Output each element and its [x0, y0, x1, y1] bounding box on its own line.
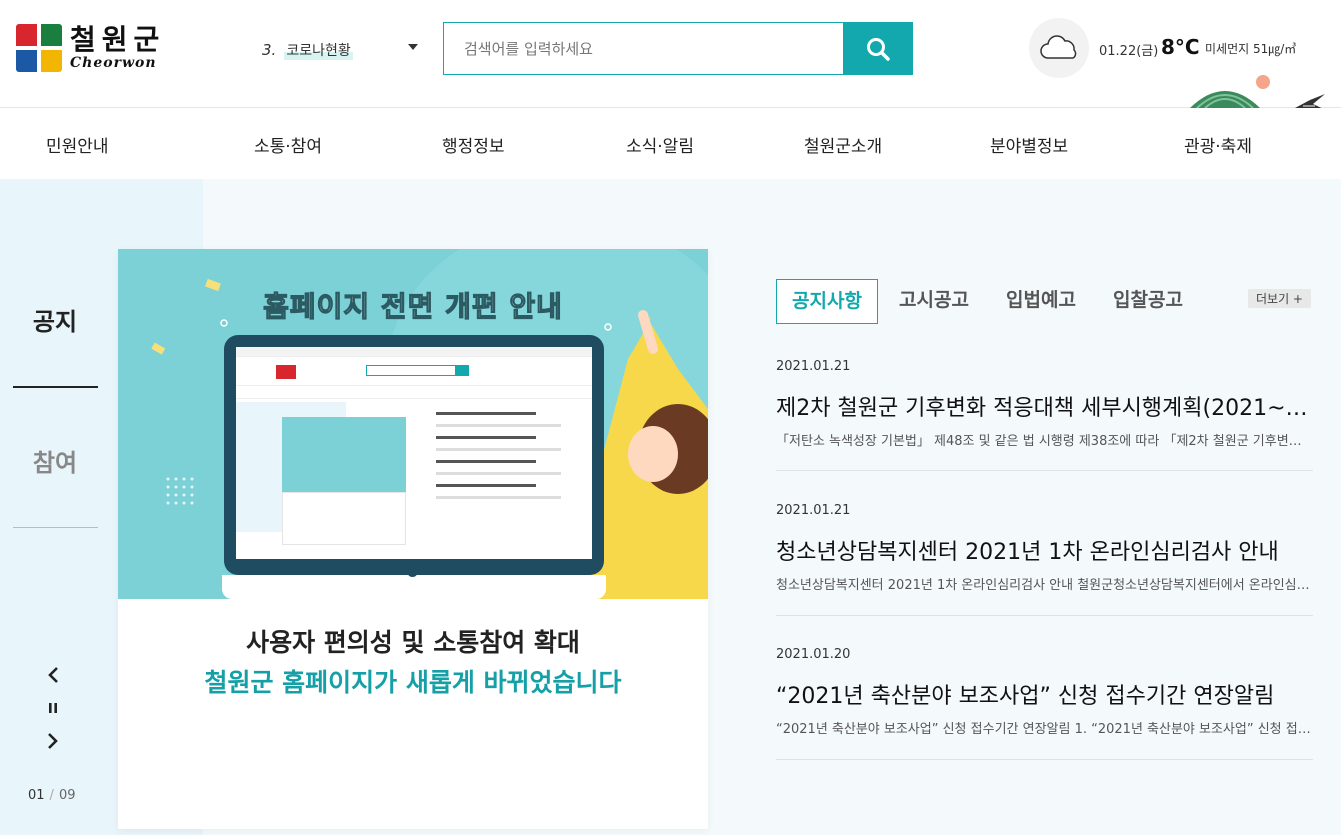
main-content: 공지 참여 01 / 09 홈페이지 전면 개편 안내 사용자 편의성 및 소통참여…: [0, 179, 1341, 835]
notice-item[interactable]: 2021.01.21 제2차 철원군 기후변화 적응대책 세부시행계획(2021…: [776, 359, 1313, 471]
tab-bids[interactable]: 입찰공고: [1113, 279, 1183, 324]
nav-admin-info[interactable]: 행정정보: [442, 132, 505, 157]
chevron-right-icon: [48, 733, 58, 749]
more-button[interactable]: 더보기 +: [1248, 289, 1311, 308]
weather-date: 01.22(금): [1099, 44, 1159, 59]
header: 철원군 Cheorwon 3. 코로나현황 01.22(금) 8°C 미세먼지 …: [0, 0, 1341, 112]
slide-indicator-dot: [407, 566, 418, 577]
monitor-stand: [222, 575, 606, 599]
divider: [13, 527, 98, 528]
banner-caption-highlight: 철원군 홈페이지가 새롭게 바뀌었습니다: [204, 668, 622, 697]
trend-keyword: 코로나현황: [284, 40, 353, 60]
pause-slide-button[interactable]: [40, 696, 66, 720]
notice-title: “2021년 축산분야 보조사업” 신청 접수기간 연장알림: [776, 684, 1275, 709]
tab-participate[interactable]: 참여: [0, 443, 110, 478]
chevron-down-icon: [408, 44, 418, 50]
prev-slide-button[interactable]: [40, 663, 66, 687]
monitor-illustration: [224, 335, 604, 575]
notice-item[interactable]: 2021.01.21 청소년상담복지센터 2021년 1차 온라인심리검사 안내…: [776, 503, 1313, 616]
notice-description: 청소년상담복지센터 2021년 1차 온라인심리검사 안내 철원군청소년상담복지…: [776, 578, 1313, 593]
pause-icon: [49, 703, 57, 713]
tab-legislation[interactable]: 입법예고: [1006, 279, 1076, 324]
next-slide-button[interactable]: [40, 729, 66, 753]
weather-temperature: 8°C: [1161, 35, 1200, 59]
banner-image: 홈페이지 전면 개편 안내: [118, 249, 708, 599]
tab-announcements[interactable]: 고시공고: [899, 279, 969, 324]
active-tab-underline: [13, 386, 98, 388]
notice-description: 「저탄소 녹색성장 기본법」 제48조 및 같은 법 시행령 제38조에 따라 …: [776, 434, 1313, 449]
search-button[interactable]: [843, 22, 913, 75]
tab-notice[interactable]: 공지: [0, 302, 110, 337]
notice-date: 2021.01.21: [776, 503, 851, 518]
slide-current: 01: [28, 788, 45, 803]
nav-field-info[interactable]: 분야별정보: [990, 132, 1068, 157]
search-icon: [867, 37, 890, 61]
trend-rank: 3.: [262, 41, 277, 59]
chevron-left-icon: [48, 667, 58, 683]
notice-date: 2021.01.20: [776, 647, 851, 662]
slide-total: 09: [58, 788, 76, 803]
notice-title: 청소년상담복지센터 2021년 1차 온라인심리검사 안내: [776, 540, 1279, 565]
tab-notices[interactable]: 공지사항: [776, 279, 878, 324]
logo-korean-text: 철원군: [70, 23, 166, 56]
search-input[interactable]: [444, 23, 843, 74]
notice-description: “2021년 축산분야 보조사업” 신청 접수기간 연장알림 1. “2021년…: [776, 722, 1313, 737]
cloud-icon: [1029, 18, 1089, 78]
cheorwon-emblem-icon: [16, 24, 62, 72]
nav-communication[interactable]: 소통·참여: [254, 132, 322, 157]
banner-slide[interactable]: 홈페이지 전면 개편 안내 사용자 편의성 및 소통참여 확대 철원군 홈페이지…: [118, 249, 708, 829]
weather-widget: 01.22(금) 8°C 미세먼지 51㎍/㎥: [1029, 18, 1341, 78]
slide-counter-separator: /: [49, 788, 54, 803]
fine-dust-level: 미세먼지 51㎍/㎥: [1205, 42, 1297, 56]
notice-title: 제2차 철원군 기후변화 적응대책 세부시행계획(2021~2025) 공고: [776, 396, 1313, 421]
notice-date: 2021.01.21: [776, 359, 851, 374]
notice-item[interactable]: 2021.01.20 “2021년 축산분야 보조사업” 신청 접수기간 연장알…: [776, 647, 1313, 760]
trending-keyword-dropdown[interactable]: 3. 코로나현황: [262, 36, 422, 64]
logo-english-text: Cheorwon: [70, 55, 157, 71]
site-logo[interactable]: 철원군 Cheorwon: [16, 24, 165, 72]
nav-civil-service[interactable]: 민원안내: [46, 132, 109, 157]
search-box: [443, 22, 843, 75]
nav-about[interactable]: 철원군소개: [804, 132, 882, 157]
slide-counter: 01 / 09: [28, 788, 75, 803]
banner-title: 홈페이지 전면 개편 안내: [262, 289, 563, 323]
banner-caption: 사용자 편의성 및 소통참여 확대: [246, 628, 580, 657]
main-navigation: 민원안내 소통·참여 행정정보 소식·알림 철원군소개 분야별정보 관광·축제: [0, 108, 1341, 179]
nav-news[interactable]: 소식·알림: [626, 132, 694, 157]
nav-tourism[interactable]: 관광·축제: [1184, 132, 1252, 157]
